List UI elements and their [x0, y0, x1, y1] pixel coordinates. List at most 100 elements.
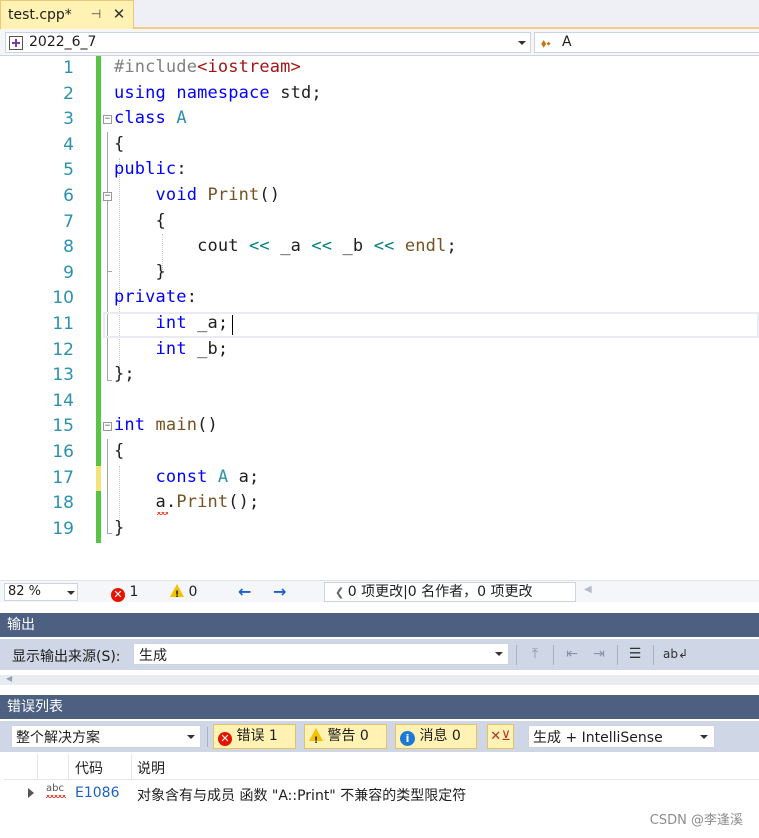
code-text: { — [114, 134, 125, 154]
warning-icon: ! — [309, 728, 323, 746]
code-line: 12 int _b; — [0, 338, 759, 364]
output-source-value: 生成 — [139, 648, 167, 664]
build-filter-icon[interactable]: ✕⊻ — [487, 724, 514, 749]
toolbar-separator — [653, 645, 654, 665]
tab-test-cpp[interactable]: test.cpp* ⊣ ✕ — [0, 0, 134, 29]
warnings-filter-button[interactable]: ! 警告 0 — [304, 724, 387, 749]
line-number: 16 — [52, 442, 74, 462]
change-marker — [96, 491, 101, 517]
line-number: 19 — [52, 519, 74, 539]
git-changes-codelens[interactable]: ❮ 0 项更改|0 名作者，0 项更改 — [324, 582, 576, 602]
line-number: 13 — [52, 365, 74, 385]
close-icon[interactable]: ✕ — [111, 6, 127, 22]
output-panel-title: 输出 — [0, 613, 759, 637]
line-number: 8 — [63, 237, 74, 257]
output-source-dropdown[interactable]: 生成 — [133, 643, 509, 665]
error-scope-dropdown[interactable]: 整个解决方案 — [11, 725, 201, 748]
messages-filter-button[interactable]: i 消息 0 — [395, 724, 477, 749]
output-source-label: 显示输出来源(S): — [12, 649, 121, 665]
change-marker — [96, 56, 101, 82]
code-line: 9 } — [0, 261, 759, 287]
scroll-left-icon[interactable]: ◀ — [6, 674, 12, 683]
chevron-down-icon — [495, 652, 503, 656]
clear-all-icon[interactable]: ☰ — [626, 645, 644, 663]
line-number: 9 — [63, 263, 74, 283]
warning-count-indicator[interactable]: ! 0 — [170, 583, 197, 601]
editor-status-strip: 82 % ✕ 1 ! 0 ← → ❮ 0 项更改|0 名作者，0 项更改 ◀ — [0, 580, 759, 602]
code-text: } — [114, 518, 125, 538]
change-marker — [96, 312, 101, 338]
intellisense-error-icon: abc — [46, 783, 64, 794]
info-icon: i — [400, 731, 415, 746]
error-squiggle[interactable] — [157, 512, 168, 515]
errors-filter-button[interactable]: ✕ 错误 1 — [213, 724, 296, 749]
tab-title: test.cpp* — [8, 7, 72, 23]
zoom-dropdown[interactable]: 82 % — [4, 583, 78, 601]
change-marker — [96, 158, 101, 184]
column-header-description[interactable]: 说明 — [137, 758, 165, 778]
member-value: A — [562, 34, 572, 50]
toolbar-separator — [516, 645, 517, 665]
column-divider[interactable] — [68, 754, 69, 780]
collapse-icon[interactable]: − — [103, 192, 112, 201]
codelens-icon: ❮ — [335, 586, 348, 599]
errors-filter-label: 错误 1 — [236, 728, 278, 744]
code-text: cout << _a << _b << endl; — [197, 236, 457, 256]
navigate-forward-icon[interactable]: → — [273, 582, 286, 601]
code-text: int main() — [114, 415, 218, 435]
error-scope-value: 整个解决方案 — [16, 730, 100, 746]
column-divider[interactable] — [37, 754, 38, 780]
line-number: 3 — [63, 109, 74, 129]
change-marker — [96, 389, 101, 415]
word-wrap-icon[interactable]: ab↲ — [663, 645, 688, 663]
line-number: 15 — [52, 416, 74, 436]
scroll-left-icon[interactable]: ◀ — [584, 584, 592, 595]
code-text: const A a; — [155, 467, 260, 487]
chevron-down-icon — [518, 41, 526, 45]
zoom-value: 82 % — [8, 584, 42, 599]
code-line: 6 − void Print() — [0, 184, 759, 210]
find-message-icon[interactable]: ⤒ — [526, 645, 544, 663]
line-number: 11 — [52, 314, 74, 334]
error-code-link[interactable]: E1086 — [75, 785, 119, 801]
line-number: 5 — [63, 160, 74, 180]
expand-arrow-icon[interactable] — [28, 788, 34, 798]
change-marker — [96, 338, 101, 364]
change-marker — [96, 261, 101, 287]
error-icon: ✕ — [218, 732, 232, 746]
line-number: 14 — [52, 391, 74, 411]
project-icon — [9, 36, 23, 50]
pin-icon[interactable]: ⊣ — [89, 7, 103, 21]
build-intellisense-dropdown[interactable]: 生成 + IntelliSense — [528, 725, 715, 748]
member-dropdown[interactable]: ⬧⬩ A — [534, 32, 759, 53]
code-text: using namespace std; — [114, 83, 322, 103]
change-marker — [96, 82, 101, 108]
column-header-code[interactable]: 代码 — [75, 758, 103, 778]
next-message-icon[interactable]: ⇥ — [590, 645, 608, 663]
code-editor[interactable]: 1 #include<iostream> 2 using namespace s… — [0, 56, 759, 580]
change-marker — [96, 414, 101, 440]
code-line: 5 public: — [0, 158, 759, 184]
project-scope-dropdown[interactable]: 2022_6_7 — [5, 32, 531, 53]
output-horizontal-scrollbar[interactable]: ◀ — [0, 674, 759, 685]
messages-filter-label: 消息 0 — [419, 728, 461, 744]
code-text: }; — [114, 364, 135, 384]
change-marker — [96, 363, 101, 389]
error-icon: ✕ — [111, 588, 125, 602]
code-line: 3 − class A — [0, 107, 759, 133]
error-count-indicator[interactable]: ✕ 1 — [111, 583, 138, 602]
chevron-down-icon — [187, 735, 195, 739]
navigate-back-icon[interactable]: ← — [238, 582, 251, 601]
code-text: #include<iostream> — [114, 57, 301, 77]
previous-message-icon[interactable]: ⇤ — [563, 645, 581, 663]
code-line: 1 #include<iostream> — [0, 56, 759, 82]
column-divider[interactable] — [131, 754, 132, 780]
error-list-grid: 代码 说明 abc E1086 对象含有与成员 函数 "A::Print" 不兼… — [4, 754, 759, 838]
error-row[interactable]: abc E1086 对象含有与成员 函数 "A::Print" 不兼容的类型限定… — [4, 781, 759, 805]
change-marker — [96, 286, 101, 312]
error-list-header: 代码 说明 — [4, 754, 759, 780]
code-line: 16 { — [0, 440, 759, 466]
collapse-icon[interactable]: − — [103, 422, 112, 431]
collapse-icon[interactable]: − — [103, 115, 112, 124]
line-number: 18 — [52, 493, 74, 513]
